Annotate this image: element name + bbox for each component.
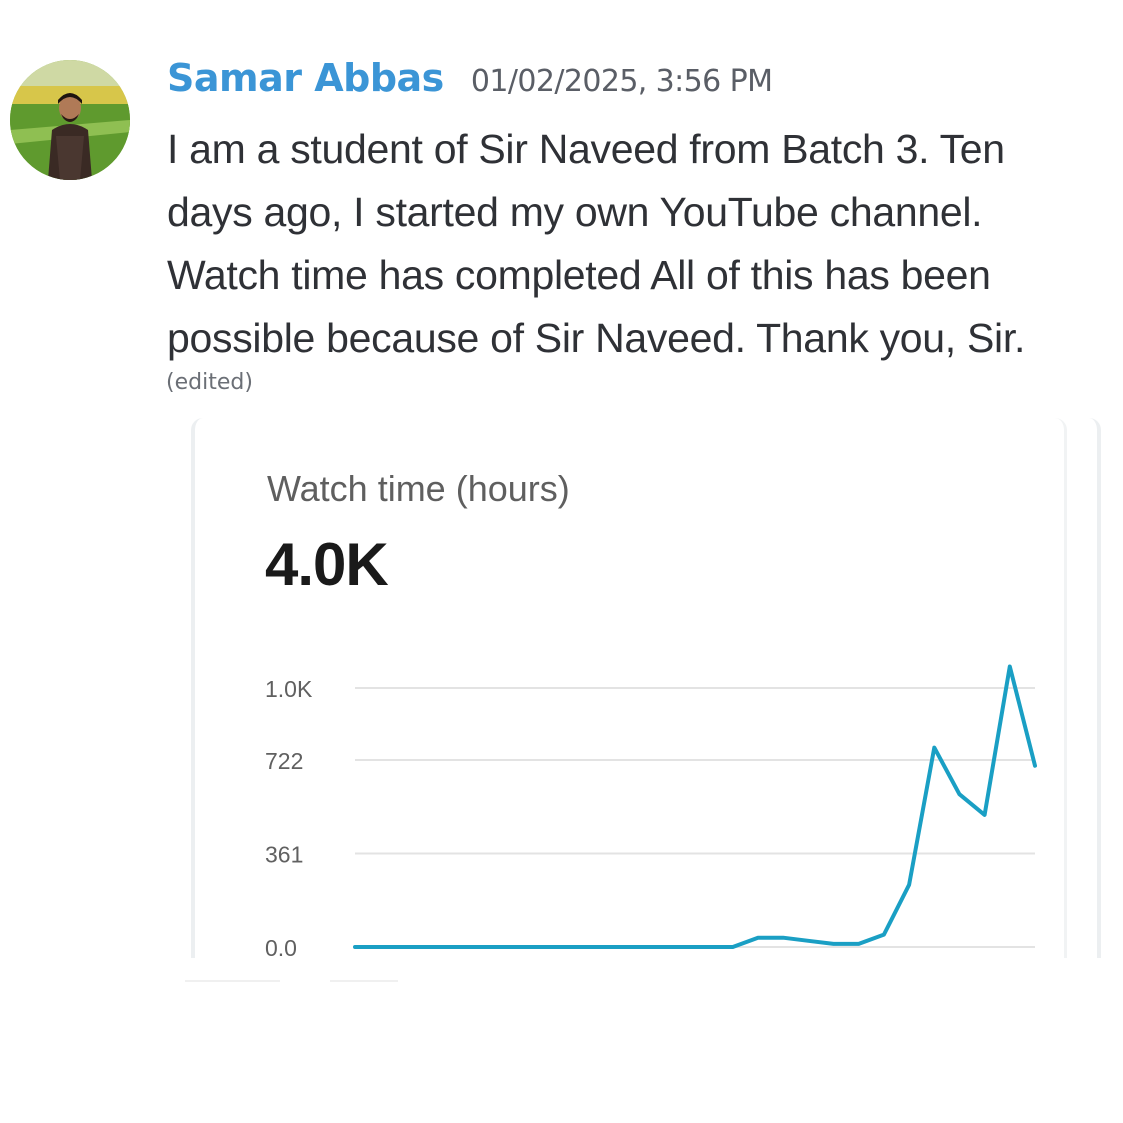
edited-label: (edited) [166, 370, 253, 395]
card-total-value: 4.0K [265, 531, 389, 598]
avatar[interactable] [10, 60, 130, 180]
message-line: days ago, I started my own YouTube chann… [167, 189, 983, 235]
card-edge [1083, 418, 1101, 958]
message-timestamp: 01/02/2025, 3:56 PM [470, 64, 773, 99]
divider [185, 980, 280, 982]
message-line: possible because of Sir Naveed. Thank yo… [167, 315, 1026, 361]
watch-time-chart: 1.0K 722 361 0.0 [265, 664, 1037, 961]
divider [330, 980, 398, 982]
watch-time-series-line [353, 664, 1037, 949]
author-name[interactable]: Samar Abbas [167, 56, 444, 100]
message-header: Samar Abbas 01/02/2025, 3:56 PM [167, 56, 773, 100]
y-tick-label: 1.0K [265, 676, 313, 702]
message-body: I am a student of Sir Naveed from Batch … [167, 118, 1117, 370]
message-line: Watch time has completed All of this has… [167, 252, 991, 298]
y-tick-label: 722 [265, 748, 303, 774]
message-line: I am a student of Sir Naveed from Batch … [167, 126, 1005, 172]
chat-message: Samar Abbas 01/02/2025, 3:56 PM I am a s… [0, 0, 1123, 420]
card-title: Watch time (hours) [267, 468, 570, 509]
y-tick-label: 361 [265, 842, 303, 868]
y-tick-label: 0.0 [265, 935, 297, 961]
